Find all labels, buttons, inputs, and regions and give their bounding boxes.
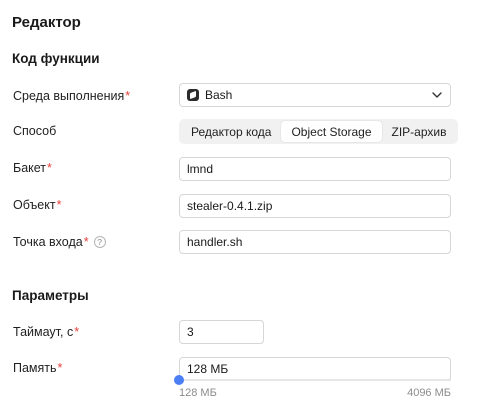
section-title-params: Параметры (12, 288, 89, 303)
method-label: Способ (13, 124, 57, 138)
memory-label-text: Память (13, 361, 57, 375)
required-mark: * (74, 325, 80, 339)
required-mark: * (83, 235, 89, 249)
method-option-zip-archive[interactable]: ZIP-архив (382, 121, 457, 142)
memory-value: 128 МБ (187, 362, 229, 376)
required-mark: * (57, 361, 63, 375)
timeout-input[interactable]: 3 (179, 320, 264, 344)
memory-slider-thumb[interactable] (174, 375, 184, 385)
bucket-label: Бакет * (13, 161, 52, 175)
method-option-code-editor[interactable]: Редактор кода (181, 121, 281, 142)
runtime-label: Среда выполнения * (13, 89, 130, 103)
timeout-label-text: Таймаут, с (13, 325, 74, 339)
object-label: Объект * (13, 198, 61, 212)
object-label-text: Объект (13, 198, 56, 212)
required-mark: * (125, 89, 131, 103)
runtime-value: Bash (205, 88, 233, 102)
entrypoint-input[interactable]: handler.sh (179, 230, 451, 254)
memory-slider-max: 4096 МБ (407, 387, 451, 399)
method-option-object-storage[interactable]: Object Storage (281, 121, 382, 142)
chevron-down-icon (431, 89, 443, 101)
runtime-label-text: Среда выполнения (13, 89, 125, 103)
section-title-code: Код функции (12, 51, 100, 66)
memory-input[interactable]: 128 МБ (179, 357, 451, 381)
method-segmented-control: Редактор кода Object Storage ZIP-архив (179, 119, 459, 144)
page-title: Редактор (12, 14, 81, 31)
object-input[interactable]: stealer-0.4.1.zip (179, 194, 451, 218)
memory-slider-track[interactable] (179, 379, 451, 381)
memory-slider-min: 128 МБ (179, 387, 217, 399)
timeout-value: 3 (187, 325, 194, 339)
required-mark: * (47, 161, 52, 175)
entrypoint-label: Точка входа * ? (13, 235, 106, 249)
entrypoint-label-text: Точка входа (13, 235, 83, 249)
entrypoint-value: handler.sh (187, 235, 243, 249)
required-mark: * (56, 198, 62, 212)
timeout-label: Таймаут, с * (13, 325, 79, 339)
memory-label: Память * (13, 361, 62, 375)
bucket-input[interactable]: lmnd (179, 157, 451, 181)
object-value: stealer-0.4.1.zip (187, 199, 273, 213)
bucket-value: lmnd (187, 162, 214, 176)
help-icon[interactable]: ? (93, 236, 106, 248)
bash-logo-icon (187, 89, 199, 101)
bucket-label-text: Бакет (13, 161, 47, 175)
runtime-select[interactable]: Bash (179, 83, 451, 107)
